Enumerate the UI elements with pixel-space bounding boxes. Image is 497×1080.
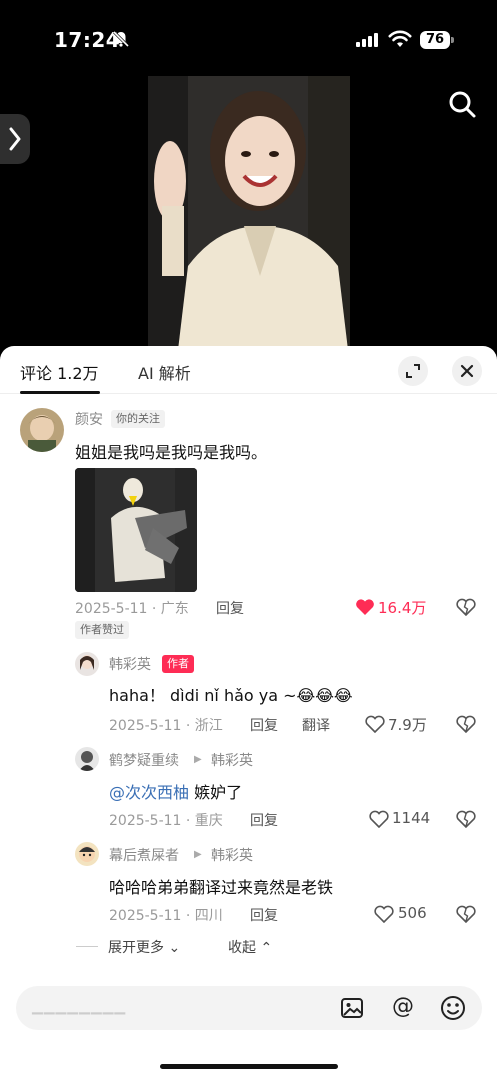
like-count: 506 bbox=[398, 904, 427, 922]
translate-button[interactable]: 翻译 bbox=[302, 715, 330, 735]
expand-button[interactable] bbox=[398, 356, 428, 386]
signal-icon bbox=[356, 33, 378, 47]
reply-username[interactable]: 鹤梦疑重续 bbox=[109, 750, 179, 770]
comments-panel: 评论 1.2万 AI 解析 颜安 你的关注 姐姐是我吗是我吗是我吗。 2025-… bbox=[0, 346, 497, 1080]
tab-ai-analysis[interactable]: AI 解析 bbox=[138, 360, 191, 384]
heart-icon[interactable] bbox=[365, 715, 385, 733]
close-icon bbox=[460, 364, 474, 378]
video-thumbnail[interactable] bbox=[148, 76, 350, 350]
status-bar: 17:24 76 bbox=[0, 0, 497, 70]
battery-level: 76 bbox=[420, 31, 450, 49]
battery-icon: 76 bbox=[420, 31, 454, 49]
reply-meta: 2025-5-11 · 四川 bbox=[109, 908, 223, 924]
collapse-button[interactable]: 收起 ⌃ bbox=[228, 937, 272, 957]
dislike-icon[interactable] bbox=[456, 810, 476, 828]
like-count: 7.9万 bbox=[388, 716, 427, 734]
laughing-emoji-icon: 😂😂😂 bbox=[296, 686, 353, 705]
close-button[interactable] bbox=[452, 356, 482, 386]
side-drawer-tab[interactable] bbox=[0, 114, 30, 164]
reply-username[interactable]: 韩彩英 bbox=[109, 654, 151, 674]
reply-button[interactable]: 回复 bbox=[250, 905, 278, 925]
dislike-icon[interactable] bbox=[456, 905, 476, 923]
at-icon[interactable]: @ bbox=[390, 994, 416, 1020]
input-placeholder: ▁▁▁▁▁▁▁▁ bbox=[32, 999, 127, 1015]
chevron-down-icon: ⌄ bbox=[164, 940, 181, 956]
comment-text[interactable]: 姐姐是我吗是我吗是我吗。 bbox=[75, 439, 267, 463]
reply-text[interactable]: @次次西柚 嫉妒了 bbox=[109, 779, 242, 803]
chevron-right-icon bbox=[9, 127, 21, 151]
emoji-icon[interactable] bbox=[440, 995, 466, 1021]
comment-input[interactable]: ▁▁▁▁▁▁▁▁ @ bbox=[16, 986, 482, 1030]
home-indicator[interactable] bbox=[160, 1064, 338, 1069]
comment-image[interactable] bbox=[75, 468, 197, 592]
comments-tabs: 评论 1.2万 AI 解析 bbox=[0, 346, 497, 394]
search-icon[interactable] bbox=[446, 88, 478, 120]
tab-comments[interactable]: 评论 1.2万 bbox=[20, 360, 99, 384]
avatar[interactable] bbox=[20, 408, 64, 452]
bell-off-icon bbox=[112, 30, 130, 48]
divider bbox=[76, 946, 98, 947]
reply-to-username[interactable]: 韩彩英 bbox=[211, 750, 253, 770]
wifi-icon bbox=[388, 30, 412, 47]
video-person-image bbox=[148, 76, 350, 350]
chevron-up-icon: ⌃ bbox=[256, 940, 273, 956]
avatar[interactable] bbox=[75, 747, 99, 771]
status-time: 17:24 bbox=[54, 28, 121, 52]
heart-icon[interactable] bbox=[355, 598, 375, 616]
author-badge: 作者 bbox=[162, 655, 194, 673]
reply-username[interactable]: 幕后煮屎者 bbox=[109, 845, 179, 865]
dislike-icon[interactable] bbox=[456, 598, 476, 616]
expand-icon bbox=[406, 364, 420, 378]
mention-link[interactable]: @次次西柚 bbox=[109, 783, 189, 802]
video-area[interactable] bbox=[0, 70, 497, 360]
reply-button[interactable]: 回复 bbox=[250, 810, 278, 830]
comment-meta: 2025-5-11 · 广东 bbox=[75, 601, 189, 617]
tab-active-indicator bbox=[20, 391, 100, 394]
reply-meta: 2025-5-11 · 重庆 bbox=[109, 813, 223, 829]
reply-text[interactable]: haha！ dìdi nǐ hǎo ya ~😂😂😂 bbox=[109, 682, 353, 706]
reply-meta: 2025-5-11 · 浙江 bbox=[109, 718, 223, 734]
follow-badge: 你的关注 bbox=[111, 410, 165, 428]
dislike-icon[interactable] bbox=[456, 715, 476, 733]
heart-icon[interactable] bbox=[369, 810, 389, 828]
reply-arrow-icon: ▶ bbox=[194, 754, 202, 765]
expand-more-button[interactable]: 展开更多 ⌄ bbox=[108, 937, 180, 957]
reply-arrow-icon: ▶ bbox=[194, 849, 202, 860]
reply-button[interactable]: 回复 bbox=[216, 598, 244, 618]
heart-icon[interactable] bbox=[374, 905, 394, 923]
avatar[interactable] bbox=[75, 842, 99, 866]
reply-text[interactable]: 哈哈哈弟弟翻译过来竟然是老铁 bbox=[109, 874, 333, 898]
comment-username[interactable]: 颜安 bbox=[75, 409, 103, 429]
author-liked-badge: 作者赞过 bbox=[75, 621, 129, 639]
reply-button[interactable]: 回复 bbox=[250, 715, 278, 735]
like-count: 1144 bbox=[392, 809, 431, 827]
reply-to-username[interactable]: 韩彩英 bbox=[211, 845, 253, 865]
like-count: 16.4万 bbox=[378, 599, 427, 617]
image-icon[interactable] bbox=[340, 996, 364, 1020]
avatar[interactable] bbox=[75, 652, 99, 676]
